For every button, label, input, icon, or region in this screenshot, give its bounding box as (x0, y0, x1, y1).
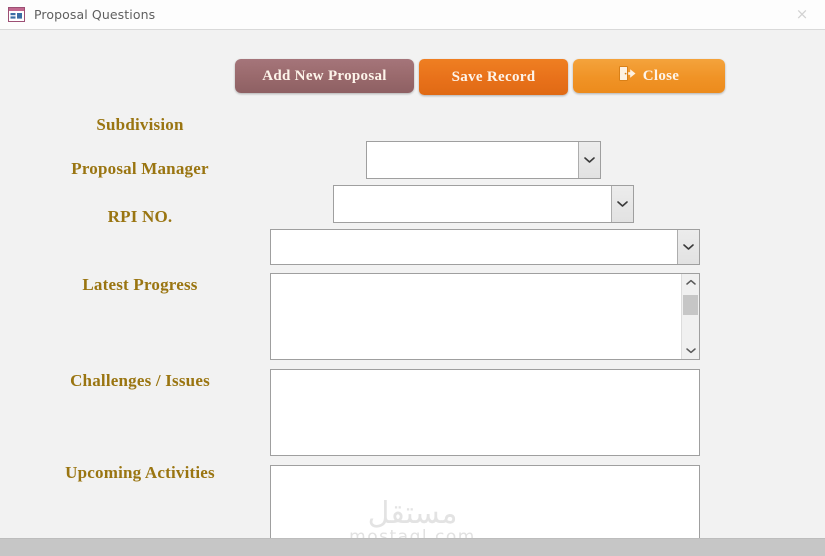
proposal-manager-combobox[interactable] (333, 185, 634, 223)
rpi-no-dropdown-button[interactable] (677, 230, 699, 264)
subdivision-combobox[interactable] (366, 141, 601, 179)
label-rpi-no: RPI NO. (107, 207, 173, 226)
subdivision-input[interactable] (367, 142, 578, 178)
rpi-no-combobox[interactable] (270, 229, 700, 265)
window-titlebar: Proposal Questions × (0, 0, 825, 30)
label-subdivision: Subdivision (96, 115, 184, 134)
rpi-no-input[interactable] (271, 230, 677, 264)
label-latest-progress: Latest Progress (82, 275, 198, 294)
label-challenges-issues: Challenges / Issues (70, 371, 210, 390)
challenges-issues-field[interactable] (270, 369, 700, 456)
add-new-proposal-label: Add New Proposal (262, 67, 387, 84)
exit-door-icon (618, 66, 636, 86)
form-body: Add New Proposal Save Record Close Subdi… (0, 30, 825, 538)
add-new-proposal-button[interactable]: Add New Proposal (235, 59, 414, 93)
window-title: Proposal Questions (34, 7, 156, 22)
upcoming-activities-field[interactable] (270, 465, 700, 538)
scroll-down-arrow-icon[interactable] (682, 342, 699, 359)
chevron-down-icon (617, 195, 628, 213)
chevron-down-icon (683, 238, 694, 256)
status-bar (0, 538, 825, 556)
latest-progress-input[interactable] (271, 274, 681, 359)
proposal-manager-dropdown-button[interactable] (611, 186, 633, 222)
scrollbar-thumb[interactable] (683, 295, 698, 315)
window-close-icon[interactable]: × (779, 0, 825, 29)
label-upcoming-activities: Upcoming Activities (65, 463, 215, 482)
save-record-button[interactable]: Save Record (419, 59, 568, 95)
scrollbar-track[interactable] (682, 291, 699, 342)
save-record-label: Save Record (451, 68, 536, 85)
subdivision-dropdown-button[interactable] (578, 142, 600, 178)
latest-progress-scrollbar[interactable] (681, 274, 699, 359)
chevron-down-icon (584, 151, 595, 169)
label-proposal-manager: Proposal Manager (71, 159, 209, 178)
close-button-label: Close (642, 67, 680, 84)
scroll-up-arrow-icon[interactable] (682, 274, 699, 291)
access-form-window: Proposal Questions × Add New Proposal Sa… (0, 0, 825, 556)
latest-progress-field[interactable] (270, 273, 700, 360)
upcoming-activities-input[interactable] (271, 466, 699, 538)
close-button[interactable]: Close (573, 59, 725, 93)
proposal-manager-input[interactable] (334, 186, 611, 222)
challenges-issues-input[interactable] (271, 370, 699, 455)
access-form-icon (8, 7, 25, 22)
